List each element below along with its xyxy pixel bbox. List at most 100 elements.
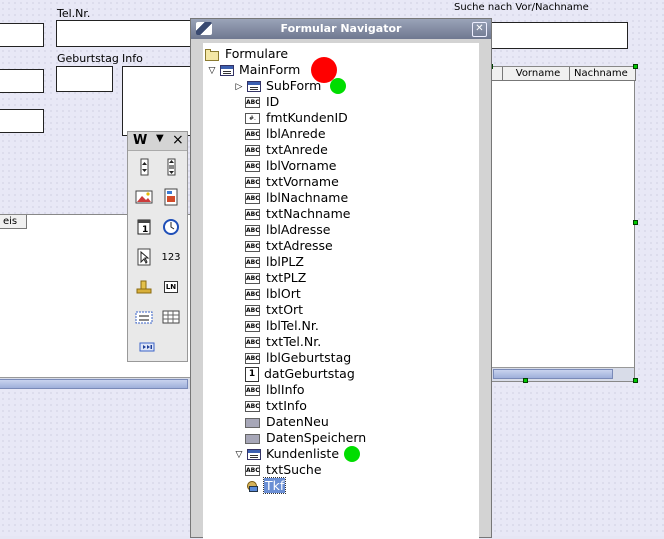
date-field-icon: 1 (245, 367, 259, 382)
numeric-field-icon[interactable]: 123 (160, 246, 182, 268)
scrollbar-thumb-left[interactable] (0, 379, 188, 389)
toolbar-title: W (133, 133, 148, 148)
form-navigator-window: Formular Navigator ✕ Formulare ▽ MainForm ▷… (190, 18, 492, 539)
table-control-right[interactable]: Vorname Nachname (490, 66, 636, 382)
navigation-bar-icon[interactable] (136, 336, 158, 358)
tree-item[interactable]: 1 datGeburtstag (245, 366, 355, 382)
tree-item-label: SubForm (266, 78, 322, 93)
svg-text:1: 1 (142, 225, 148, 235)
field-telnr[interactable] (56, 20, 196, 47)
label-icon: ABC (245, 225, 260, 236)
tree-item[interactable]: ▽ Kundenliste (233, 446, 340, 463)
form-icon (247, 449, 261, 460)
grid-column-vorname[interactable]: Vorname (503, 67, 570, 81)
field-left-3[interactable] (0, 109, 44, 133)
table-control-icon (245, 480, 259, 493)
tree-item[interactable]: ABC txtInfo (245, 398, 307, 414)
tree-item[interactable]: ABC txtAnrede (245, 142, 328, 158)
tree-item[interactable]: ABC lblGeburtstag (245, 350, 351, 366)
tree-item-label: txtInfo (266, 398, 307, 413)
date-field-icon[interactable]: 1 (133, 216, 155, 238)
push-button-icon (245, 433, 260, 444)
push-button-icon (245, 417, 260, 428)
tree-item[interactable]: ABC txtVorname (245, 174, 339, 190)
toolbar-close-icon[interactable]: × (172, 132, 184, 148)
expand-arrow-icon[interactable]: ▷ (233, 79, 245, 95)
currency-field-icon[interactable] (133, 276, 155, 298)
field-geburtstag[interactable] (56, 66, 113, 92)
tree-item[interactable]: ABC lblAdresse (245, 222, 330, 238)
horizontal-scrollbar-right[interactable] (491, 367, 634, 381)
file-selection-icon[interactable] (133, 246, 155, 268)
field-left-2[interactable] (0, 69, 44, 93)
tree-item-label: txtNachname (266, 206, 351, 221)
tree-item[interactable]: ABC lblOrt (245, 286, 301, 302)
tree-item-label: txtPLZ (266, 270, 307, 285)
tree-item-label: txtOrt (266, 302, 304, 317)
pattern-field-icon[interactable]: LN (160, 276, 182, 298)
collapse-arrow-icon[interactable]: ▽ (206, 63, 218, 79)
tree-item[interactable]: ABC txtSuche (245, 462, 322, 478)
group-box-icon[interactable] (133, 306, 155, 328)
tree-item-label: txtSuche (266, 462, 322, 477)
toolbar-menu-arrow-icon[interactable]: ▼ (156, 133, 164, 144)
tree-item[interactable]: #. fmtKundenID (245, 110, 348, 126)
grid-column-nachname[interactable]: Nachname (570, 67, 636, 81)
tree-item[interactable]: DatenSpeichern (245, 430, 366, 446)
tree-item-label: lblOrt (266, 286, 301, 301)
tree-item[interactable]: ABC lblNachname (245, 190, 348, 206)
label-geburtstag: Geburtstag (57, 52, 119, 65)
text-field-icon: ABC (245, 305, 260, 316)
tree-item[interactable]: ABC txtTel.Nr. (245, 334, 321, 350)
text-field-icon: ABC (245, 465, 260, 476)
tree-item[interactable]: ▷ SubForm (233, 78, 322, 95)
tree-item[interactable]: ABC lblPLZ (245, 254, 304, 270)
time-field-icon[interactable] (160, 216, 182, 238)
tree-item[interactable]: ABC txtNachname (245, 206, 350, 222)
tree-item[interactable]: Formulare (205, 46, 288, 62)
toolbar-header[interactable]: W ▼ × (128, 132, 187, 151)
image-control-icon[interactable] (160, 186, 182, 208)
tree-item-label: Kundenliste (266, 446, 340, 461)
field-left-1[interactable] (0, 23, 44, 47)
scrollbar-thumb-right[interactable] (493, 369, 613, 379)
text-field-icon: ABC (245, 241, 260, 252)
tree-item-label: lblVorname (266, 158, 337, 173)
horizontal-scrollbar-left[interactable] (0, 377, 193, 389)
form-icon (247, 81, 261, 92)
selection-handle[interactable] (633, 220, 638, 225)
grid-right-corner (491, 67, 503, 81)
tree-item[interactable]: ABC txtOrt (245, 302, 303, 318)
close-icon[interactable]: ✕ (472, 22, 487, 37)
label-icon: ABC (245, 353, 260, 364)
field-info[interactable] (122, 66, 194, 136)
tree-item-label: Formulare (225, 46, 289, 61)
selection-handle[interactable] (633, 378, 638, 383)
image-button-icon[interactable] (133, 186, 155, 208)
tree-item-label: txtAdresse (266, 238, 333, 253)
selection-handle[interactable] (633, 64, 638, 69)
tree-item[interactable]: Tkf (245, 477, 287, 494)
tree-item[interactable]: ABC lblAnrede (245, 126, 326, 142)
selection-handle[interactable] (523, 378, 528, 383)
label-icon: ABC (245, 385, 260, 396)
tree-item[interactable]: DatenNeu (245, 414, 329, 430)
tree-item[interactable]: ABC txtAdresse (245, 238, 333, 254)
tree-item[interactable]: ABC lblInfo (245, 382, 305, 398)
tree-item[interactable]: ABC txtPLZ (245, 270, 306, 286)
tree-item-label: MainForm (239, 62, 301, 77)
label-telnr: Tel.Nr. (57, 7, 91, 20)
navigator-titlebar[interactable]: Formular Navigator ✕ (191, 19, 491, 39)
tree-item[interactable]: ABC lblTel.Nr. (245, 318, 319, 334)
grid-left-column-header[interactable]: eis (0, 215, 27, 229)
table-control-icon[interactable] (160, 306, 182, 328)
field-suche[interactable] (490, 22, 628, 49)
tree-item[interactable]: ABC ID (245, 94, 279, 110)
tree-item-label: lblInfo (266, 382, 305, 397)
scroll-bar-icon[interactable] (160, 156, 182, 178)
spin-button-icon[interactable] (133, 156, 155, 178)
tree-item[interactable]: ABC lblVorname (245, 158, 336, 174)
collapse-arrow-icon[interactable]: ▽ (233, 447, 245, 463)
subform-marker-dot (330, 78, 346, 94)
tree-item[interactable]: ▽ MainForm (206, 62, 301, 79)
